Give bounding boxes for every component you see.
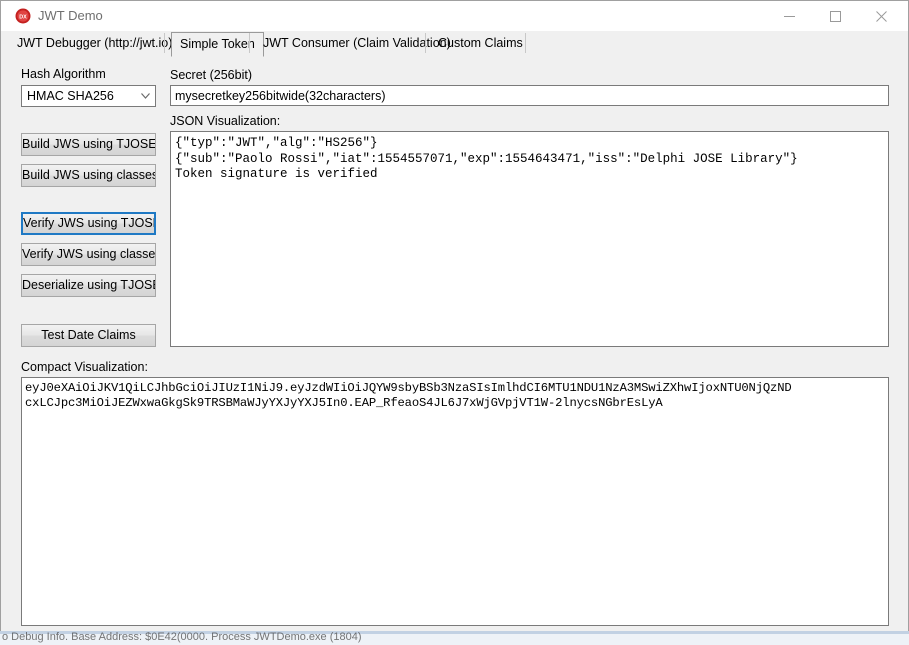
svg-text:DX: DX: [19, 15, 27, 21]
maximize-button[interactable]: [812, 1, 858, 31]
delphi-app-icon: DX: [15, 8, 31, 24]
compact-visualization-output[interactable]: eyJ0eXAiOiJKV1QiLCJhbGciOiJIUzI1NiJ9.eyJ…: [21, 377, 889, 626]
test-date-claims-button[interactable]: Test Date Claims: [21, 324, 156, 347]
ide-status-strip: o Debug Info. Base Address: $0E42(0000. …: [0, 631, 909, 645]
verify-jws-using-classes-button[interactable]: Verify JWS using classes: [21, 243, 156, 266]
compact-visualization-label: Compact Visualization:: [21, 360, 148, 374]
tab-separator: [425, 33, 426, 53]
hash-algorithm-select[interactable]: HMAC SHA256: [21, 85, 156, 107]
title-bar: DX JWT Demo: [1, 1, 908, 31]
tab-custom-claims[interactable]: Custom Claims: [431, 34, 530, 53]
json-line: {"typ":"JWT","alg":"HS256"}: [175, 136, 378, 150]
build-jws-using-classes-button[interactable]: Build JWS using classes: [21, 164, 156, 187]
tab-jwt-debugger[interactable]: JWT Debugger (http://jwt.io): [10, 34, 179, 53]
hash-algorithm-label: Hash Algorithm: [21, 67, 106, 81]
close-button[interactable]: [858, 1, 904, 31]
token-line: cxLCJpc3MiOiJEZWxwaGkgSk9TRSBMaWJyYXJyYX…: [25, 396, 663, 410]
tab-separator: [249, 33, 250, 53]
json-visualization-output[interactable]: {"typ":"JWT","alg":"HS256"} {"sub":"Paol…: [170, 131, 889, 347]
token-line: eyJ0eXAiOiJKV1QiLCJhbGciOiJIUzI1NiJ9.eyJ…: [25, 381, 792, 395]
chevron-down-icon[interactable]: [136, 86, 155, 106]
hash-algorithm-value: HMAC SHA256: [27, 89, 114, 103]
minimize-button[interactable]: [766, 1, 812, 31]
window-title: JWT Demo: [38, 8, 103, 23]
json-visualization-label: JSON Visualization:: [170, 114, 281, 128]
tab-separator: [164, 33, 165, 53]
secret-label: Secret (256bit): [170, 68, 252, 82]
verify-jws-using-tjose-button[interactable]: Verify JWS using TJOSE: [21, 212, 156, 235]
json-line: {"sub":"Paolo Rossi","iat":1554557071,"e…: [175, 151, 798, 166]
build-jws-using-tjose-button[interactable]: Build JWS using TJOSE: [21, 133, 156, 156]
status-message: o Debug Info. Base Address: $0E42(0000. …: [2, 631, 362, 643]
tab-separator: [525, 33, 526, 53]
deserialize-using-tjose-button[interactable]: Deserialize using TJOSE: [21, 274, 156, 297]
json-line: Token signature is verified: [175, 167, 378, 181]
tab-jwt-consumer[interactable]: JWT Consumer (Claim Validation): [256, 34, 458, 53]
tab-strip: JWT Debugger (http://jwt.io) Simple Toke…: [1, 31, 908, 57]
secret-input[interactable]: [170, 85, 889, 106]
app-window: DX JWT Demo JWT Debugger (http://jwt.io)…: [0, 0, 909, 645]
